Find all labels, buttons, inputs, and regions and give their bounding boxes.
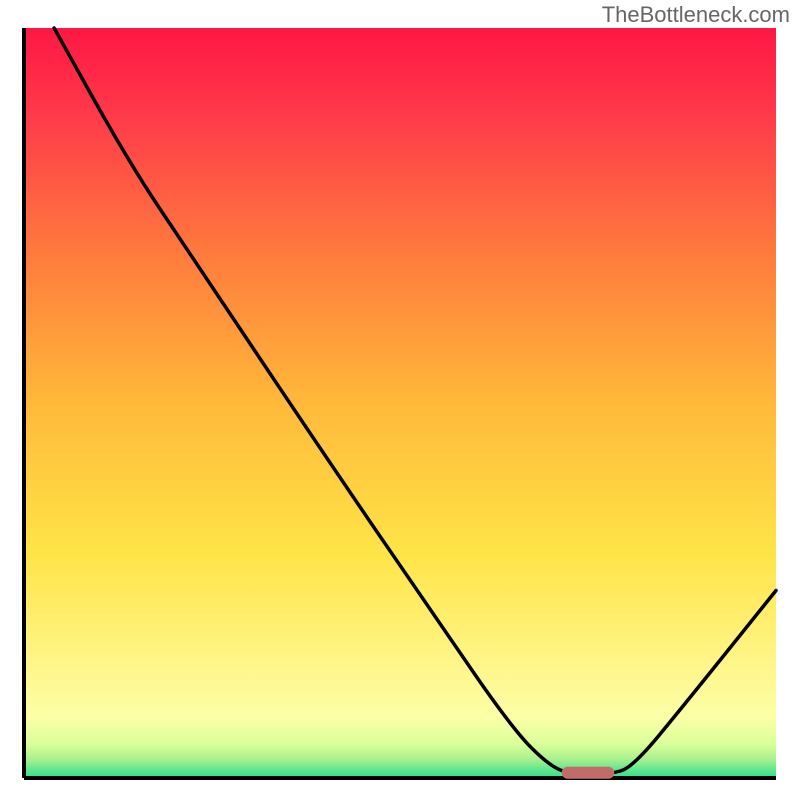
chart-background-gradient [24, 28, 776, 778]
watermark-text: TheBottleneck.com [602, 2, 790, 28]
chart-container: TheBottleneck.com [0, 0, 800, 800]
bottleneck-chart [0, 0, 800, 800]
optimal-range-marker [562, 767, 615, 779]
